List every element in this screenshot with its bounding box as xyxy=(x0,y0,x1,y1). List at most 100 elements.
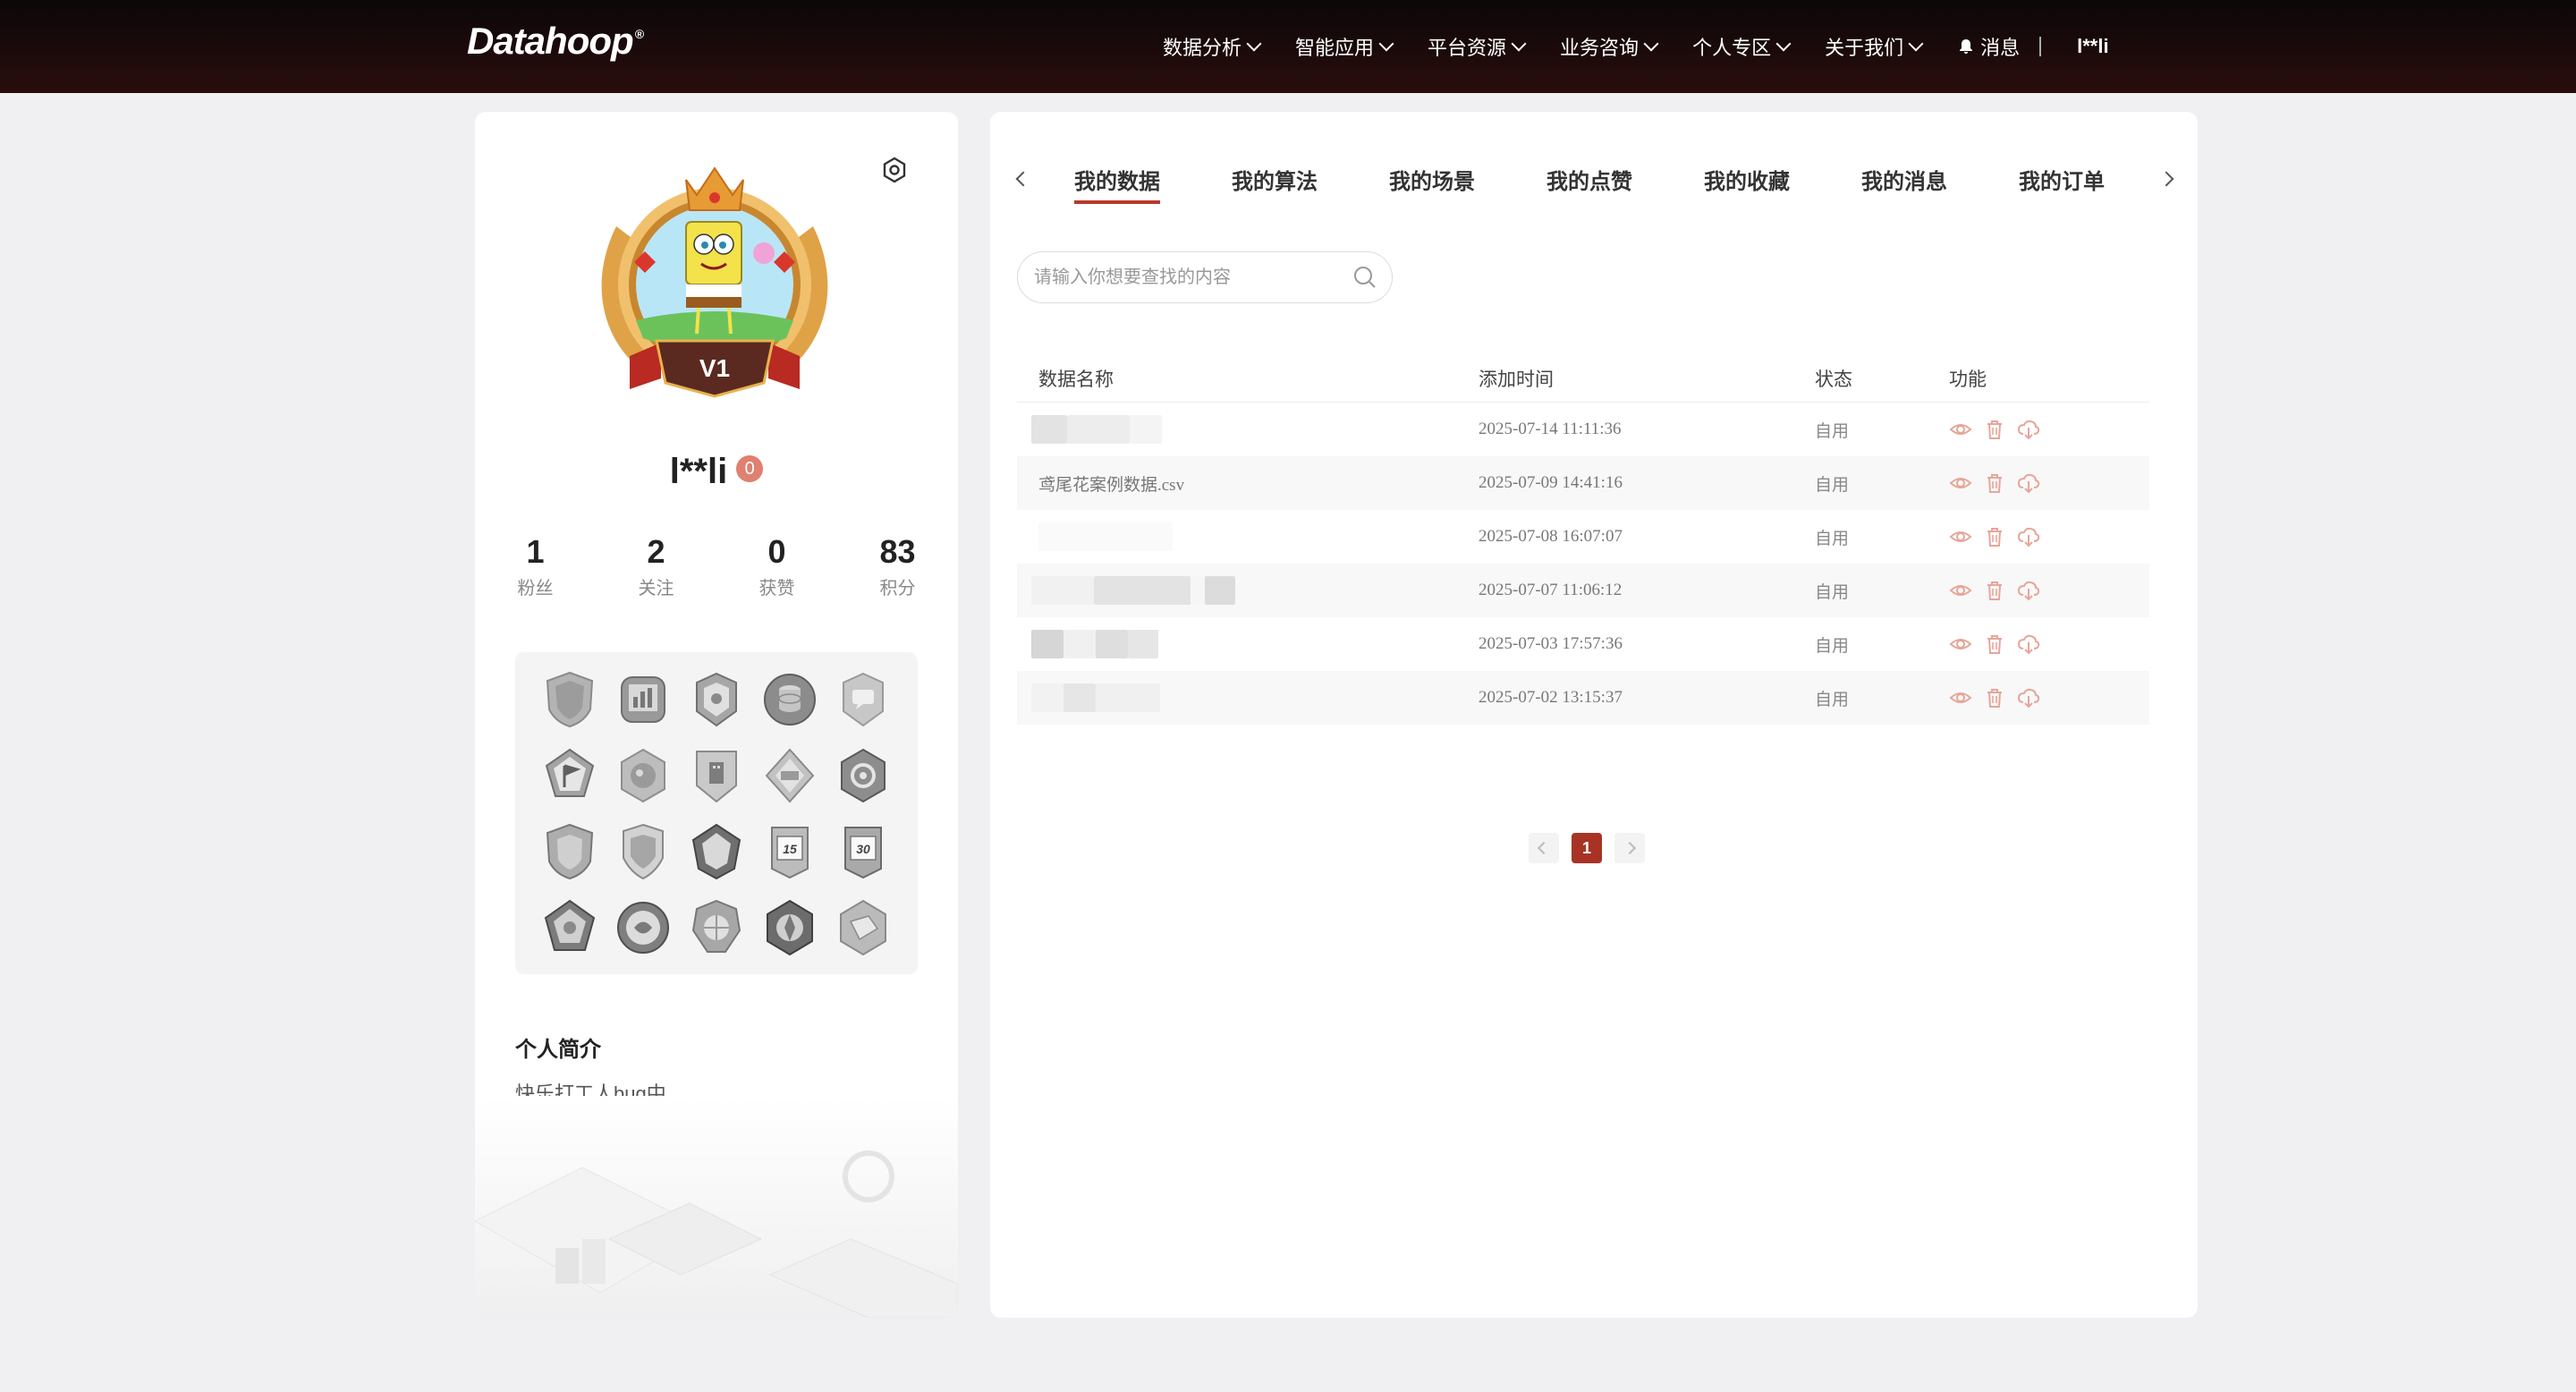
achievement-badge[interactable] xyxy=(533,737,606,813)
nav-divider xyxy=(2039,37,2042,56)
achievement-badge[interactable] xyxy=(680,661,753,737)
achievement-badge[interactable]: 15 xyxy=(753,813,826,889)
achievement-badge[interactable] xyxy=(680,889,753,965)
gear-badge-icon xyxy=(841,748,886,802)
nav-item-data-analysis[interactable]: 数据分析 xyxy=(1163,32,1262,61)
eye-icon[interactable] xyxy=(1949,471,1972,495)
avatar-level-frame: V1 xyxy=(580,155,849,423)
achievement-badge[interactable]: 30 xyxy=(826,813,900,889)
redacted-text xyxy=(1067,415,1130,444)
achievement-badge[interactable] xyxy=(826,889,900,965)
shield-badge-icon xyxy=(546,823,594,879)
eye-icon[interactable] xyxy=(1949,579,1972,602)
stat-following[interactable]: 2 关注 xyxy=(596,532,716,599)
added-time-cell: 2025-07-14 11:11:36 xyxy=(1479,420,1622,438)
cloud-download-icon[interactable] xyxy=(2017,471,2040,495)
nav-item-platform-resources[interactable]: 平台资源 xyxy=(1428,32,1527,61)
tab-my-messages[interactable]: 我的消息 xyxy=(1861,164,1947,204)
content-panel: 我的数据 我的算法 我的场景 我的点赞 我的收藏 我的消息 我的订单 数据名称 … xyxy=(990,112,2198,1318)
calendar-15-badge-icon: 15 xyxy=(771,826,809,878)
achievement-badge[interactable] xyxy=(826,661,900,737)
eye-icon[interactable] xyxy=(1949,632,1972,656)
eye-icon[interactable] xyxy=(1949,525,1972,548)
stat-label: 获赞 xyxy=(758,579,795,598)
achievement-badge[interactable] xyxy=(533,661,606,737)
trash-icon[interactable] xyxy=(1983,686,2006,709)
trash-icon[interactable] xyxy=(1983,632,2006,656)
tab-my-scenarios[interactable]: 我的场景 xyxy=(1389,164,1475,204)
trash-icon[interactable] xyxy=(1983,579,2006,602)
prev-page-button[interactable] xyxy=(1529,833,1559,863)
achievement-badge[interactable] xyxy=(753,889,826,965)
tab-my-likes[interactable]: 我的点赞 xyxy=(1546,164,1632,204)
eye-icon[interactable] xyxy=(1949,686,1972,709)
achievement-badge[interactable] xyxy=(753,737,826,813)
achievement-badge[interactable] xyxy=(680,737,753,813)
tab-my-orders[interactable]: 我的订单 xyxy=(2019,164,2105,204)
stat-followers[interactable]: 1 粉丝 xyxy=(475,532,596,599)
achievement-badge[interactable] xyxy=(680,813,753,889)
trash-icon[interactable] xyxy=(1983,418,2006,441)
tabs-scroll-left-button[interactable] xyxy=(1010,166,1037,192)
added-time-cell: 2025-07-08 16:07:07 xyxy=(1479,527,1623,546)
data-name-cell[interactable] xyxy=(1017,630,1479,658)
achievement-badge[interactable] xyxy=(606,889,680,965)
data-name-cell[interactable] xyxy=(1017,576,1479,605)
achievement-badge[interactable] xyxy=(533,813,606,889)
data-name-cell[interactable] xyxy=(1017,683,1479,712)
cloud-download-icon[interactable] xyxy=(2017,579,2040,602)
badge-day-count: 30 xyxy=(856,842,870,856)
settings-button[interactable] xyxy=(881,157,908,188)
cloud-download-icon[interactable] xyxy=(2017,418,2040,441)
logo-registered-mark: ® xyxy=(634,27,644,41)
data-name-cell[interactable] xyxy=(1017,522,1479,551)
tab-my-favorites[interactable]: 我的收藏 xyxy=(1704,164,1790,204)
row-actions xyxy=(1949,632,2149,656)
nav-label: 个人专区 xyxy=(1692,37,1772,59)
redacted-text xyxy=(1130,415,1162,444)
tabs-scroll-right-button[interactable] xyxy=(2153,166,2180,192)
stat-value: 0 xyxy=(767,533,786,570)
table-row: 2025-07-07 11:06:12 自用 xyxy=(1017,564,2149,617)
bio-heading: 个人简介 xyxy=(515,1038,601,1062)
search-input[interactable] xyxy=(1032,266,1352,289)
cloud-download-icon[interactable] xyxy=(2017,686,2040,709)
user-menu[interactable]: l**li xyxy=(2077,35,2108,58)
nav-label: 智能应用 xyxy=(1295,37,1375,59)
stat-points[interactable]: 83 积分 xyxy=(837,532,958,599)
data-name-cell[interactable] xyxy=(1017,415,1479,444)
achievement-badge[interactable] xyxy=(533,889,606,965)
data-name-cell[interactable]: 鸢尾花案例数据.csv xyxy=(1017,471,1479,496)
achievement-badge[interactable] xyxy=(826,737,900,813)
achievement-badge[interactable] xyxy=(606,737,680,813)
nav-item-smart-apps[interactable]: 智能应用 xyxy=(1295,32,1394,61)
next-page-button[interactable] xyxy=(1614,833,1645,863)
stat-likes[interactable]: 0 获赞 xyxy=(716,532,837,599)
messages-link[interactable]: 消息 xyxy=(1957,32,2020,61)
aperture-badge-icon xyxy=(767,899,813,955)
tab-my-data[interactable]: 我的数据 xyxy=(1074,164,1160,204)
pentagon-badge-icon xyxy=(544,899,596,951)
brain-badge-icon xyxy=(621,748,665,802)
badge-day-count: 15 xyxy=(783,842,797,856)
cloud-download-icon[interactable] xyxy=(2017,632,2040,656)
trash-icon[interactable] xyxy=(1983,525,2006,548)
eye-icon[interactable] xyxy=(1949,418,1972,441)
nav-item-consulting[interactable]: 业务咨询 xyxy=(1560,32,1659,61)
achievement-badge[interactable] xyxy=(606,661,680,737)
tab-my-algorithms[interactable]: 我的算法 xyxy=(1232,164,1318,204)
trash-icon[interactable] xyxy=(1983,471,2006,495)
cloud-download-icon[interactable] xyxy=(2017,525,2040,548)
chevron-left-icon xyxy=(1015,171,1031,187)
search-icon[interactable] xyxy=(1352,265,1377,290)
nav-item-about-us[interactable]: 关于我们 xyxy=(1825,32,1924,61)
achievement-badge[interactable] xyxy=(606,813,680,889)
redacted-text xyxy=(1094,576,1191,605)
achievement-badge[interactable] xyxy=(753,661,826,737)
stat-label: 粉丝 xyxy=(517,579,554,598)
avatar[interactable]: V1 xyxy=(580,155,849,423)
page-number-current[interactable]: 1 xyxy=(1572,833,1602,863)
datahoop-logo[interactable]: Datahoop ® xyxy=(467,20,644,73)
database-badge-icon xyxy=(764,673,816,726)
nav-item-personal-zone[interactable]: 个人专区 xyxy=(1692,32,1792,61)
